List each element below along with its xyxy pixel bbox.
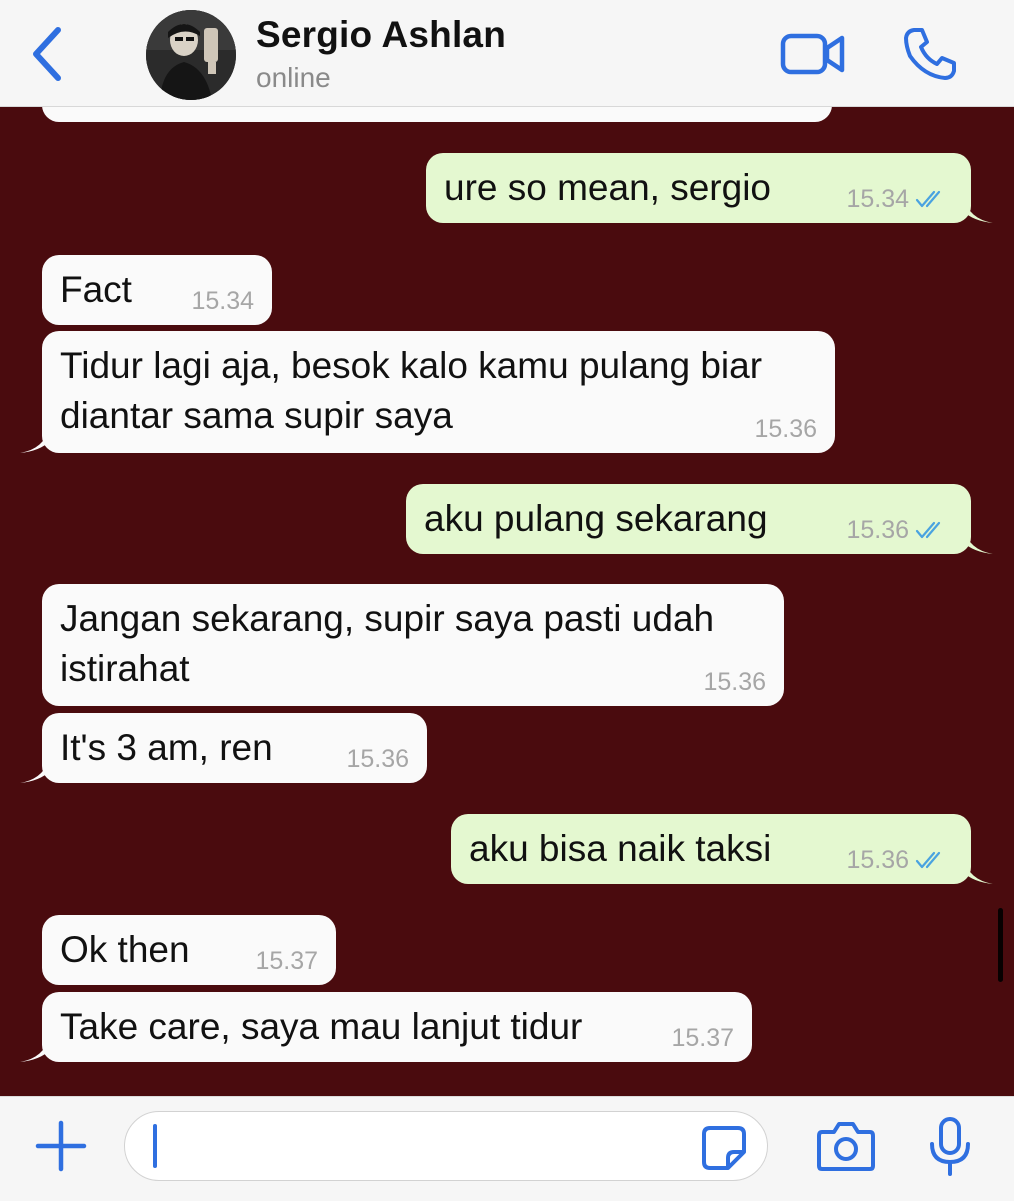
message-time: 15.36 [846,846,909,874]
message-time: 15.37 [671,1024,734,1052]
camera-button[interactable] [816,1118,876,1174]
message-bubble-incoming[interactable]: It's 3 am, ren 15.36 [20,713,427,783]
message-bubble-incoming[interactable]: Fact 15.34 [42,255,272,325]
chat-header: Sergio Ashlan online [0,0,1014,107]
message-input[interactable] [165,1122,689,1172]
message-text: It's 3 am, ren [60,727,273,768]
voice-call-button[interactable] [902,26,958,82]
message-bubble-incoming[interactable]: Ok then 15.37 [42,915,336,985]
message-bubble-outgoing[interactable]: aku bisa naik taksi 15.36 [451,814,993,884]
text-caret [153,1124,157,1168]
bubble-tail [963,858,993,884]
message-time: 15.36 [754,415,817,443]
message-text: Ok then [60,929,190,970]
message-bubble-outgoing[interactable]: ure so mean, sergio 15.34 [426,153,993,223]
bubble-tail [20,1036,50,1062]
video-camera-icon [780,33,845,75]
read-receipt-icon [915,190,941,208]
bubble-tail [20,427,50,453]
message-text: Tidur lagi aja, besok kalo kamu pulang b… [60,345,763,436]
message-text: Fact [60,269,132,310]
message-text: aku bisa naik taksi [469,828,772,869]
bubble-tail [20,757,50,783]
chevron-left-icon [33,27,61,81]
message-list[interactable]: ure so mean, sergio 15.34 Fact 15.34 Tid… [0,106,1014,1096]
message-time: 15.36 [846,516,909,544]
video-call-button[interactable] [780,32,846,76]
read-receipt-icon [915,521,941,539]
message-text: ure so mean, sergio [444,167,772,208]
message-time: 15.36 [703,668,766,696]
microphone-icon [930,1117,970,1176]
scroll-indicator[interactable] [998,908,1003,982]
camera-icon [817,1122,875,1171]
message-bubble-outgoing[interactable]: aku pulang sekarang 15.36 [406,484,993,554]
attach-button[interactable] [34,1119,88,1173]
message-bubble-incoming[interactable]: Tidur lagi aja, besok kalo kamu pulang b… [20,331,835,453]
contact-photo [146,10,236,100]
back-button[interactable] [26,24,70,84]
message-time: 15.36 [346,745,409,773]
contact-name[interactable]: Sergio Ashlan [256,14,506,56]
message-time: 15.37 [255,947,318,975]
bubble-tail [963,528,993,554]
sticker-icon [702,1126,746,1170]
phone-icon [904,28,956,80]
message-bubble-incoming[interactable]: Take care, saya mau lanjut tidur 15.37 [20,992,752,1062]
message-meta: 15.34 [846,185,949,213]
plus-icon [35,1120,87,1172]
message-text: aku pulang sekarang [424,498,768,539]
message-time: 15.34 [191,287,254,315]
bubble-tail [963,197,993,223]
message-bubble-partial[interactable] [42,106,832,122]
message-meta: 15.36 [846,516,949,544]
message-text: Take care, saya mau lanjut tidur [60,1006,583,1047]
read-receipt-icon [915,851,941,869]
microphone-button[interactable] [928,1116,972,1178]
message-input-field[interactable] [124,1111,768,1181]
message-bubble-incoming[interactable]: Jangan sekarang, supir saya pasti udah i… [42,584,784,706]
message-text: Jangan sekarang, supir saya pasti udah i… [60,598,715,689]
sticker-button[interactable] [700,1124,748,1172]
message-time: 15.34 [846,185,909,213]
message-meta: 15.36 [846,846,949,874]
avatar[interactable] [146,10,236,100]
contact-status: online [256,62,331,93]
